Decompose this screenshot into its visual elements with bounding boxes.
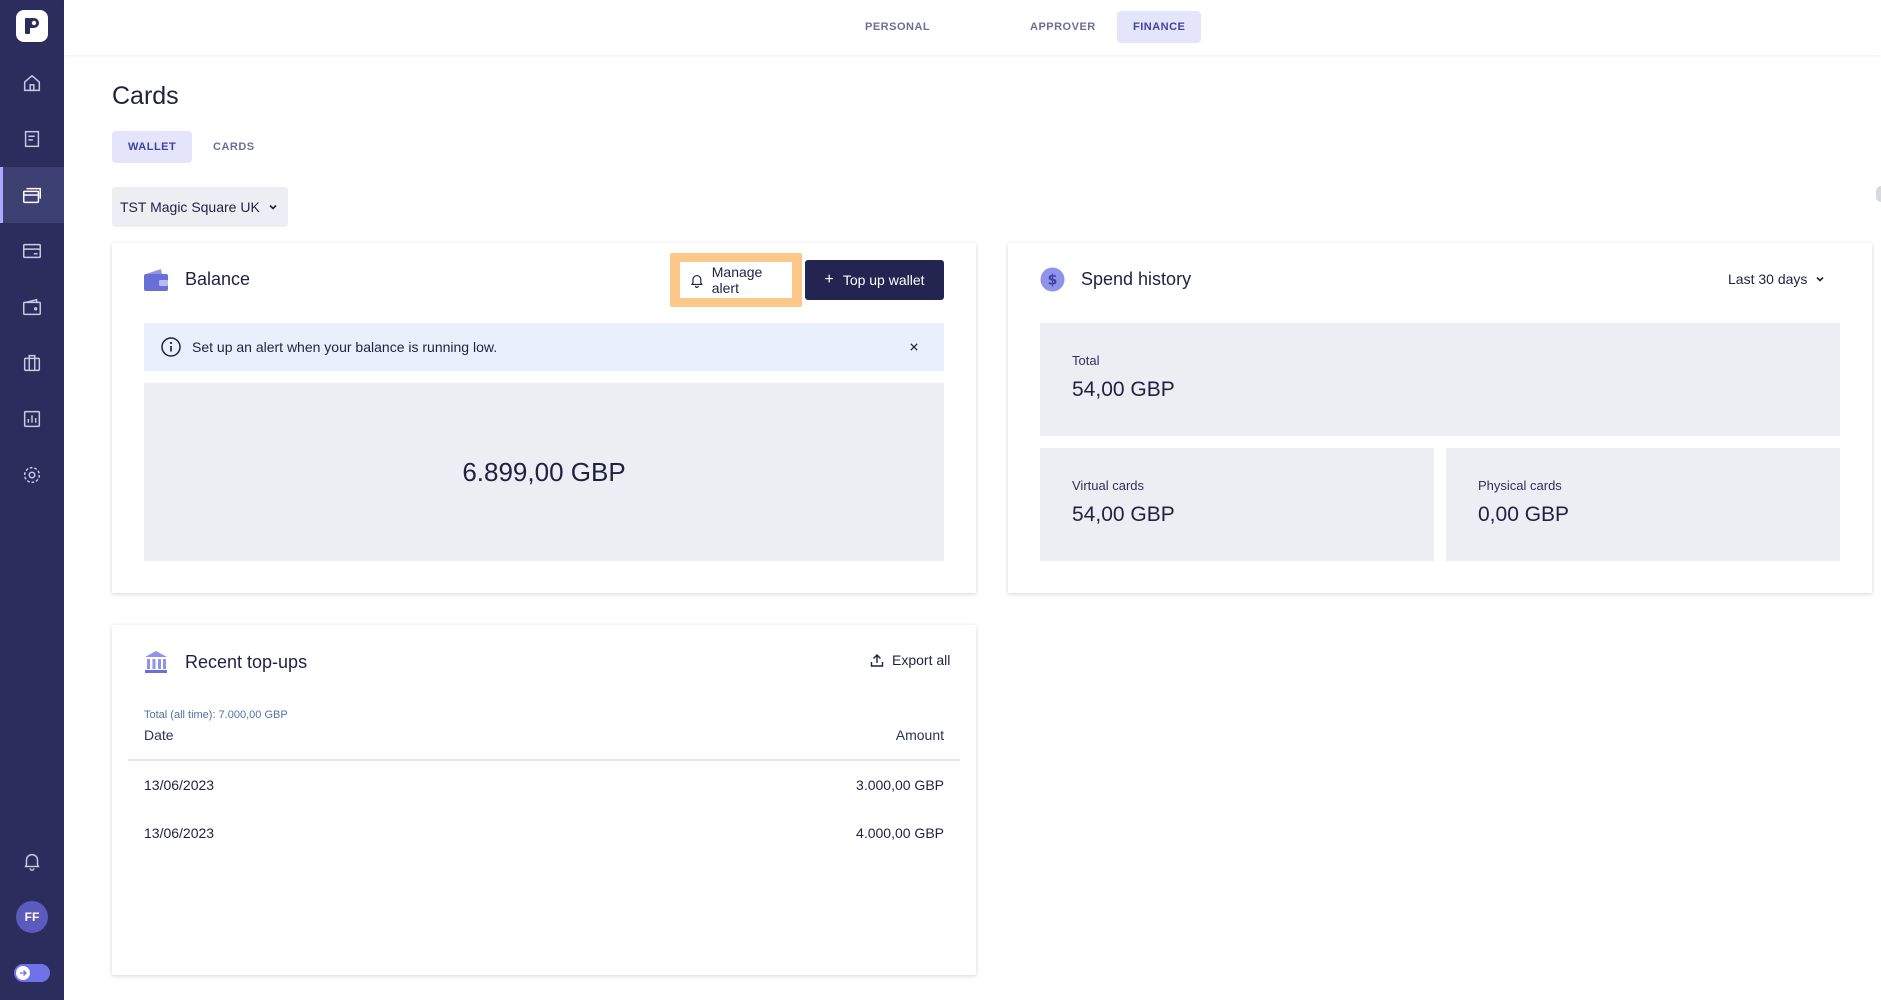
arrow-right-icon bbox=[20, 970, 27, 976]
sidebar-item-trips[interactable] bbox=[0, 335, 64, 391]
sidebar-item-expenses[interactable] bbox=[0, 111, 64, 167]
row-date: 13/06/2023 bbox=[144, 825, 215, 841]
wallet-icon bbox=[23, 298, 41, 316]
sidebar-collapse-toggle[interactable] bbox=[14, 964, 50, 982]
column-header-date: Date bbox=[144, 727, 174, 743]
balance-amount: 6.899,00 GBP bbox=[462, 456, 626, 487]
toggle-knob bbox=[16, 966, 30, 980]
svg-text:$: $ bbox=[1048, 273, 1058, 289]
top-up-wallet-button[interactable]: + Top up wallet bbox=[805, 260, 944, 300]
info-banner-text: Set up an alert when your balance is run… bbox=[192, 339, 498, 355]
close-icon[interactable] bbox=[910, 338, 928, 356]
bell-icon bbox=[690, 274, 703, 288]
tab-finance[interactable]: FINANCE bbox=[1117, 11, 1202, 43]
tab-cards[interactable]: CARDS bbox=[197, 131, 271, 163]
entity-select[interactable]: TST Magic Square UK bbox=[112, 187, 288, 227]
avatar[interactable]: FF bbox=[16, 901, 48, 933]
table-divider bbox=[128, 759, 960, 761]
sidebar-item-reports[interactable] bbox=[0, 391, 64, 447]
sidebar-item-cards[interactable] bbox=[0, 167, 64, 223]
card-icon bbox=[23, 243, 41, 259]
top-up-label: Top up wallet bbox=[842, 272, 925, 288]
physical-cards-value: 0,00 GBP bbox=[1478, 503, 1570, 526]
cards-icon bbox=[23, 187, 41, 204]
upload-icon bbox=[870, 653, 884, 667]
dollar-icon: $ bbox=[1040, 267, 1065, 292]
total-all-time: Total (all time): 7.000,00 GBP bbox=[144, 709, 288, 721]
sidebar-item-wallet[interactable] bbox=[0, 279, 64, 335]
period-select-value: Last 30 days bbox=[1728, 271, 1808, 287]
manage-alert-button[interactable]: Manage alert bbox=[680, 262, 792, 298]
entity-select-value: TST Magic Square UK bbox=[120, 199, 260, 215]
manage-alert-label: Manage alert bbox=[711, 264, 763, 296]
tab-personal[interactable]: PERSONAL bbox=[849, 11, 946, 43]
virtual-cards-value: 54,00 GBP bbox=[1072, 503, 1175, 526]
period-select[interactable]: Last 30 days bbox=[1728, 271, 1825, 287]
low-balance-info-banner: Set up an alert when your balance is run… bbox=[144, 323, 944, 371]
sidebar-item-card[interactable] bbox=[0, 223, 64, 279]
receipt-icon bbox=[24, 130, 40, 148]
home-icon bbox=[23, 74, 41, 92]
recent-topups-title: Recent top-ups bbox=[185, 652, 308, 672]
recent-topups-card bbox=[112, 625, 976, 975]
row-date: 13/06/2023 bbox=[144, 777, 215, 793]
row-amount: 4.000,00 GBP bbox=[856, 825, 944, 841]
column-header-amount: Amount bbox=[895, 727, 944, 743]
settings-icon bbox=[23, 466, 41, 484]
tab-wallet[interactable]: WALLET bbox=[112, 131, 193, 163]
plus-icon: + bbox=[824, 271, 834, 288]
sidebar-item-settings[interactable] bbox=[0, 447, 64, 503]
scroll-indicator bbox=[1876, 186, 1881, 202]
row-amount: 3.000,00 GBP bbox=[856, 777, 944, 793]
sidebar: FF bbox=[0, 0, 64, 1000]
logo-icon bbox=[25, 18, 39, 34]
bank-icon bbox=[145, 651, 167, 673]
physical-cards-label: Physical cards bbox=[1478, 478, 1562, 493]
chevron-down-icon bbox=[269, 204, 277, 210]
spend-history-title: Spend history bbox=[1081, 269, 1192, 289]
total-spend-value: 54,00 GBP bbox=[1072, 378, 1175, 401]
total-spend-label: Total bbox=[1072, 353, 1100, 368]
sidebar-item-home[interactable] bbox=[0, 55, 64, 111]
briefcase-icon bbox=[23, 354, 41, 372]
role-switcher: PERSONAL APPROVER FINANCE bbox=[64, 0, 1881, 55]
page-title: Cards bbox=[112, 82, 179, 110]
app-logo[interactable] bbox=[16, 10, 48, 42]
sidebar-item-notifications[interactable] bbox=[0, 833, 64, 889]
export-all-label: Export all bbox=[892, 652, 951, 668]
info-icon bbox=[161, 337, 181, 357]
wallet-icon bbox=[144, 269, 168, 291]
chevron-down-icon bbox=[1816, 276, 1824, 282]
balance-title: Balance bbox=[185, 269, 251, 289]
bell-icon bbox=[24, 853, 40, 871]
export-all-button[interactable]: Export all bbox=[870, 652, 950, 668]
tab-approver[interactable]: APPROVER bbox=[1014, 11, 1112, 43]
reports-icon bbox=[23, 410, 41, 428]
virtual-cards-label: Virtual cards bbox=[1072, 478, 1145, 493]
